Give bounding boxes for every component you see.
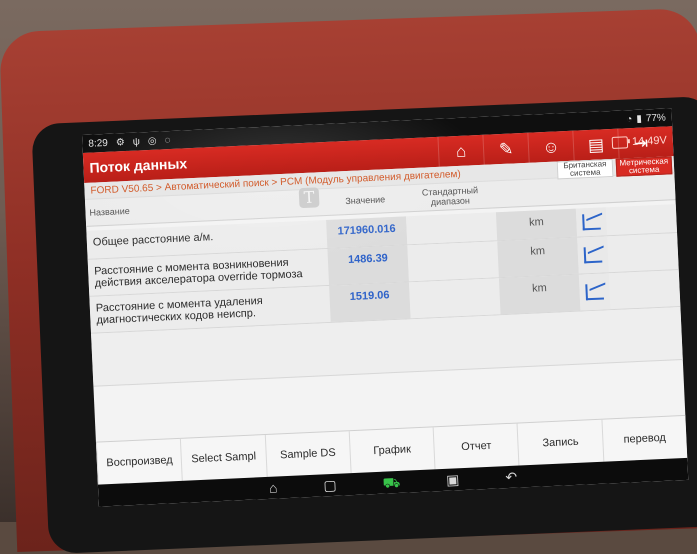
graph-icon <box>585 283 604 301</box>
battery-icon: ▮ <box>636 113 643 125</box>
graph-icon <box>583 246 603 264</box>
home-button[interactable]: ⌂ <box>437 134 484 167</box>
row-graph-button[interactable] <box>577 236 609 274</box>
row-range <box>409 278 501 319</box>
status-right: ◔ ▮ 77% <box>626 112 666 125</box>
row-graph-button[interactable] <box>578 273 611 311</box>
column-header-name: Название T <box>85 187 325 218</box>
settings-icon: ⚙ <box>115 136 126 148</box>
row-range <box>407 241 499 282</box>
edit-button[interactable]: ✎ <box>482 132 529 165</box>
print-icon: ▤ <box>587 134 605 155</box>
report-button[interactable]: Отчет <box>432 423 519 470</box>
column-header-range: Стандартный диапазон <box>421 185 479 208</box>
select-sample-button[interactable]: Select Sampl <box>180 435 267 481</box>
graph-icon <box>582 213 601 231</box>
status-left: 8:29 ⚙ ψ ◎ ◌ <box>88 134 171 149</box>
voltage-indicator: 14.49V <box>611 134 668 149</box>
column-header-value: Значение <box>345 194 386 207</box>
column-header-graph <box>575 189 605 190</box>
back-icon[interactable]: ↶ <box>505 469 517 486</box>
gallery-icon[interactable]: ▣ <box>446 471 460 488</box>
edit-icon: ✎ <box>498 138 514 159</box>
home-icon: ⌂ <box>455 141 467 161</box>
page-title: Поток данных <box>89 155 188 176</box>
playback-button[interactable]: Воспроизвед <box>95 438 183 485</box>
row-range <box>406 212 498 245</box>
tablet-screen: 8:29 ⚙ ψ ◎ ◌ ◔ ▮ 77% Поток данных ⌂ ✎ ☺ … <box>82 108 689 507</box>
home-icon[interactable]: ⌂ <box>269 480 278 496</box>
status-time: 8:29 <box>88 137 109 150</box>
record-button[interactable]: Запись <box>516 419 604 466</box>
car-battery-icon <box>611 136 629 149</box>
unit-british-button[interactable]: Британская система <box>556 158 614 180</box>
profile-button[interactable]: ☺ <box>527 130 574 163</box>
recent-apps-icon[interactable]: ▢ <box>323 477 337 494</box>
column-header-name-label: Название <box>89 205 130 218</box>
usb-icon: ψ <box>132 135 141 148</box>
row-unit: km <box>495 208 578 241</box>
chat-icon: ◌ <box>164 134 171 146</box>
data-stream-table: Общее расстояние а/м. 171960.016 km Расс… <box>86 200 683 387</box>
text-size-icon[interactable]: T <box>298 187 320 209</box>
unit-metric-button[interactable]: Метрическая система <box>615 156 673 177</box>
profile-icon: ☺ <box>541 136 561 157</box>
row-graph-button[interactable] <box>575 207 608 237</box>
row-unit: km <box>497 237 579 278</box>
row-value: 1486.39 <box>327 245 409 285</box>
graph-button[interactable]: График <box>348 427 435 474</box>
column-header-unit <box>495 191 575 195</box>
voltage-value: 14.49V <box>631 134 668 149</box>
sample-ds-button[interactable]: Sample DS <box>264 431 351 477</box>
vehicle-icon[interactable]: ⛟ <box>382 474 400 491</box>
translate-button[interactable]: перевод <box>601 415 688 462</box>
row-unit: km <box>498 274 581 315</box>
headset-icon: ◎ <box>147 135 157 147</box>
battery-level: 77% <box>645 112 667 124</box>
wifi-icon: ◔ <box>626 113 633 125</box>
row-value: 1519.06 <box>329 282 411 322</box>
row-value: 171960.016 <box>326 216 408 248</box>
